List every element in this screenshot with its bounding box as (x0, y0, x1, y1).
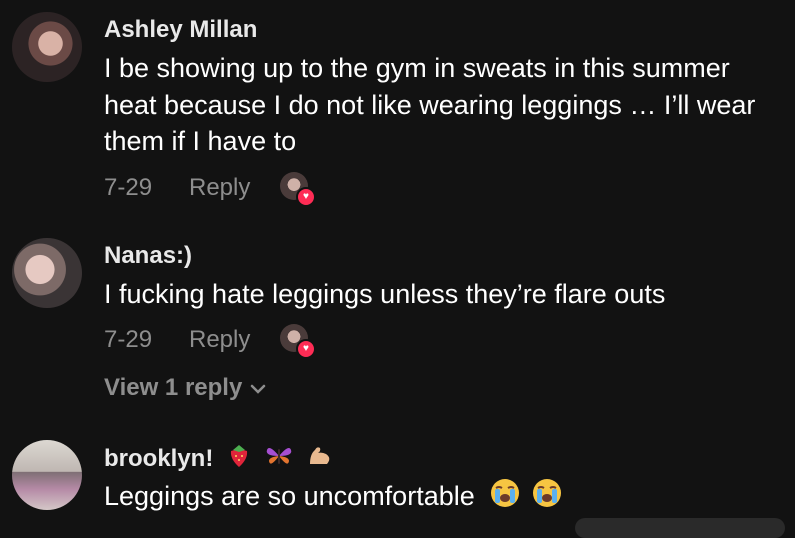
username-text: brooklyn! (104, 444, 214, 472)
comment-username[interactable]: brooklyn! (104, 444, 333, 475)
comment-text: Leggings are so uncomfortable (104, 478, 784, 518)
strawberry-icon (228, 444, 250, 475)
comment-item: brooklyn! Leggings are so uncomfortable (0, 0, 795, 526)
loudly-crying-face-icon (532, 478, 562, 518)
flexed-biceps-icon (307, 444, 333, 475)
butterfly-icon (265, 444, 293, 475)
bottom-input-bar[interactable] (575, 518, 785, 538)
avatar[interactable] (12, 440, 82, 510)
loudly-crying-face-icon (490, 478, 520, 518)
comment-text-content: Leggings are so uncomfortable (104, 481, 475, 511)
